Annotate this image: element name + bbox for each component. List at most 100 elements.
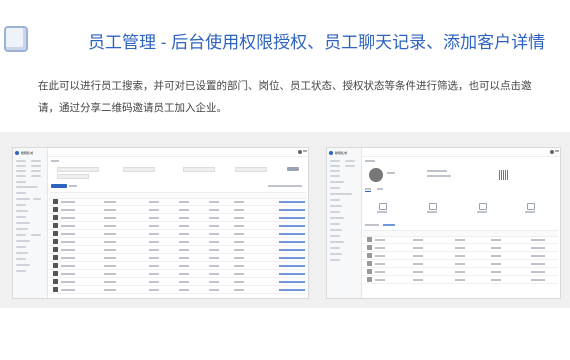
row-actions[interactable] xyxy=(279,225,305,227)
sidebar-item[interactable] xyxy=(16,210,28,212)
table-row xyxy=(49,206,306,214)
user-name xyxy=(555,150,559,152)
stat-icon xyxy=(479,203,487,210)
sidebar-item[interactable] xyxy=(330,211,340,213)
sidebar-item[interactable] xyxy=(345,160,355,162)
employee-list-screenshot: 瞻眼私域 xyxy=(12,147,309,299)
row-actions[interactable] xyxy=(279,249,305,251)
avatar[interactable] xyxy=(550,150,554,154)
invite-button[interactable] xyxy=(51,184,67,188)
sidebar-item[interactable] xyxy=(16,175,26,177)
stat-icon xyxy=(379,203,387,210)
top-bar xyxy=(48,148,308,157)
sidebar-item[interactable] xyxy=(33,198,41,200)
sidebar-item[interactable] xyxy=(330,247,340,249)
active-tab-indicator xyxy=(365,191,371,192)
employee-detail-screenshot: 瞻眼私域 xyxy=(326,147,561,299)
row-actions[interactable] xyxy=(279,273,305,275)
search-input[interactable] xyxy=(57,167,99,172)
sidebar-item[interactable] xyxy=(16,246,26,248)
sidebar-item[interactable] xyxy=(16,192,26,194)
user-name xyxy=(303,150,307,152)
row-actions[interactable] xyxy=(279,289,305,291)
table-row xyxy=(49,238,306,246)
sidebar-item[interactable] xyxy=(330,259,340,261)
sidebar-item[interactable] xyxy=(16,234,26,236)
app-logo-icon xyxy=(4,26,28,52)
table-row xyxy=(363,260,558,268)
sidebar-item[interactable] xyxy=(31,170,41,172)
row-actions[interactable] xyxy=(279,265,305,267)
sidebar-item[interactable] xyxy=(16,181,26,183)
position-select[interactable] xyxy=(183,167,215,172)
tab-info[interactable] xyxy=(365,188,371,190)
section-tab[interactable] xyxy=(365,224,379,226)
breadcrumb xyxy=(51,160,59,162)
sidebar-item[interactable] xyxy=(330,187,340,189)
employee-photo xyxy=(369,168,383,182)
sidebar-item[interactable] xyxy=(330,175,340,177)
sidebar-item[interactable] xyxy=(16,258,26,260)
sidebar-item[interactable] xyxy=(330,217,344,219)
row-actions[interactable] xyxy=(279,201,305,203)
sidebar-item[interactable] xyxy=(330,160,340,162)
table-row xyxy=(363,236,558,244)
sidebar-item[interactable] xyxy=(345,165,355,167)
table-row xyxy=(49,270,306,278)
brand-logo-icon xyxy=(329,151,333,155)
table-row xyxy=(49,254,306,262)
row-actions[interactable] xyxy=(279,217,305,219)
sidebar-item[interactable] xyxy=(16,165,26,167)
row-actions[interactable] xyxy=(279,257,305,259)
sidebar-item[interactable] xyxy=(330,199,340,201)
sidebar-item[interactable] xyxy=(31,165,41,167)
sidebar-item[interactable] xyxy=(330,165,340,167)
toolbar-label xyxy=(69,185,77,187)
sidebar-item[interactable] xyxy=(16,186,38,188)
sidebar-item[interactable] xyxy=(330,229,342,231)
sidebar-item[interactable] xyxy=(330,205,342,207)
sidebar-item[interactable] xyxy=(16,170,26,172)
tab-records[interactable] xyxy=(377,188,383,190)
stat-label xyxy=(477,211,487,213)
sidebar-item[interactable] xyxy=(16,160,26,162)
sidebar-item[interactable] xyxy=(330,253,342,255)
table-row xyxy=(363,244,558,252)
stat-label xyxy=(427,211,437,213)
row-actions[interactable] xyxy=(279,241,305,243)
table-row xyxy=(363,276,558,284)
breadcrumb xyxy=(365,160,375,162)
table-row xyxy=(49,222,306,230)
search-button[interactable] xyxy=(287,167,299,171)
sidebar-item[interactable] xyxy=(16,252,28,254)
sidebar-item[interactable] xyxy=(330,193,352,195)
sidebar-item[interactable] xyxy=(330,241,344,243)
sidebar-item[interactable] xyxy=(16,270,26,272)
toolbar-right-links[interactable] xyxy=(268,185,302,187)
sidebar-item[interactable] xyxy=(16,198,30,200)
sidebar-item[interactable] xyxy=(330,235,340,237)
status-select[interactable] xyxy=(235,167,267,172)
sidebar-item[interactable] xyxy=(16,222,30,224)
sidebar-item[interactable] xyxy=(31,175,41,177)
sidebar-item[interactable] xyxy=(16,264,30,266)
sidebar-item[interactable] xyxy=(31,234,41,236)
department-select[interactable] xyxy=(123,167,155,172)
sidebar-item[interactable] xyxy=(16,216,26,218)
avatar[interactable] xyxy=(298,150,302,154)
sidebar-item[interactable] xyxy=(330,170,340,172)
row-actions[interactable] xyxy=(279,233,305,235)
auth-status-select[interactable] xyxy=(57,174,89,179)
sidebar-item[interactable] xyxy=(16,204,26,206)
sidebar-item[interactable] xyxy=(330,223,340,225)
row-actions[interactable] xyxy=(279,281,305,283)
section-tab[interactable] xyxy=(383,224,395,226)
sidebar: 瞻眼私域 xyxy=(327,148,362,298)
row-actions[interactable] xyxy=(279,209,305,211)
sidebar-item[interactable] xyxy=(16,228,28,230)
sidebar-item[interactable] xyxy=(31,160,41,162)
sidebar-item[interactable] xyxy=(330,181,344,183)
top-bar xyxy=(362,148,560,157)
sidebar-item[interactable] xyxy=(16,240,30,242)
brand-name: 瞻眼私域 xyxy=(335,151,348,155)
